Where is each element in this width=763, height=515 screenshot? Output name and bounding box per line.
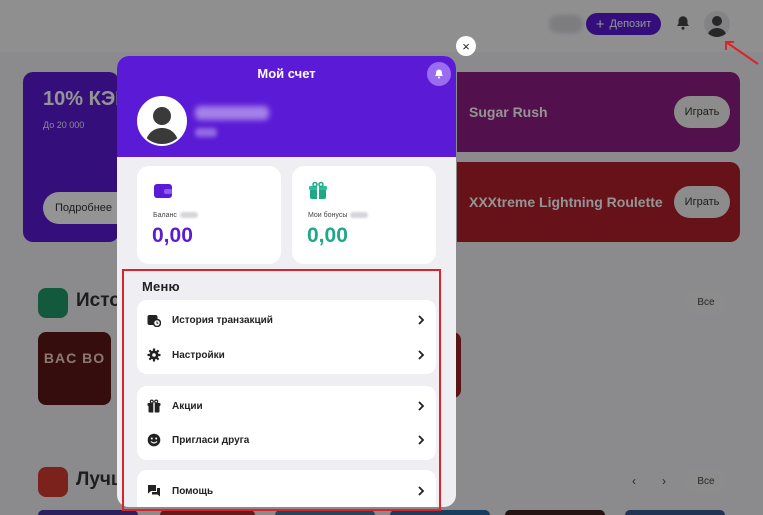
- user-avatar[interactable]: [137, 96, 187, 146]
- balance-label-text: Баланс: [153, 212, 177, 219]
- notifications-button[interactable]: [427, 62, 451, 86]
- bonuses-value: 0,00: [307, 224, 348, 247]
- close-button[interactable]: ×: [456, 36, 476, 56]
- balance-value: 0,00: [152, 224, 193, 247]
- bonuses-card[interactable]: Мои бонусы 0,00: [292, 166, 436, 264]
- annotation-arrow: [725, 41, 759, 65]
- bonuses-label: Мои бонусы: [308, 212, 369, 219]
- user-id-blurred: [195, 128, 217, 137]
- bell-icon: [435, 69, 443, 79]
- close-icon: ×: [462, 38, 470, 54]
- bonuses-label-text: Мои бонусы: [308, 212, 348, 219]
- user-icon: [139, 98, 185, 144]
- modal-title: Мой счет: [257, 66, 316, 81]
- currency-blurred: [350, 212, 369, 219]
- menu-highlight-annotation: [122, 269, 441, 511]
- balance-card[interactable]: Баланс 0,00: [137, 166, 281, 264]
- gift-icon: [309, 181, 327, 199]
- account-header: Мой счет: [117, 56, 456, 157]
- username-blurred: [195, 106, 269, 120]
- balance-label: Баланс: [153, 212, 198, 219]
- wallet-icon: [154, 184, 172, 198]
- currency-blurred: [179, 212, 198, 219]
